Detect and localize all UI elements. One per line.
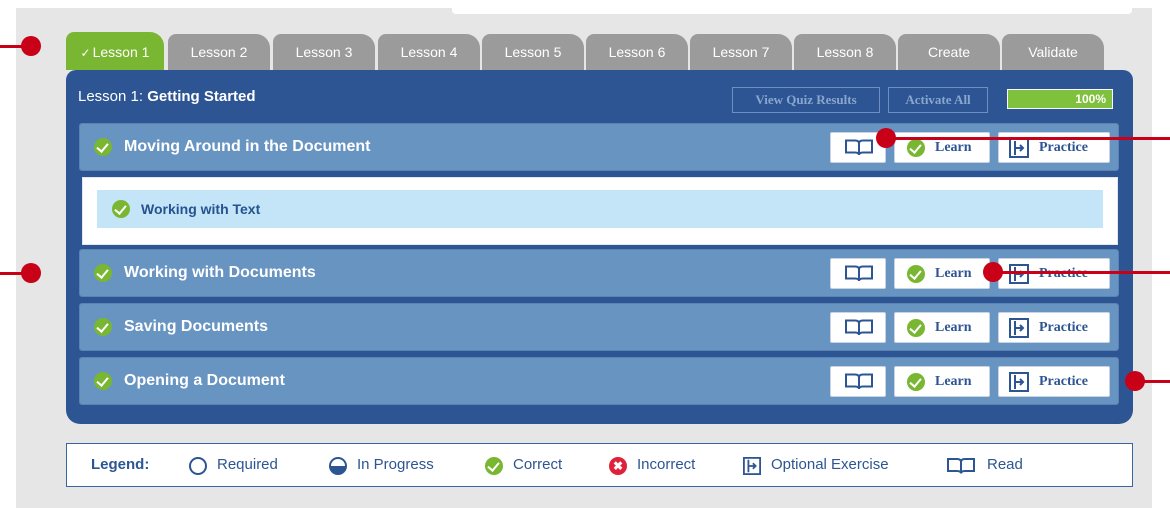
topic-row[interactable]: Working with Documents Learn Practice xyxy=(79,249,1119,297)
top-strip xyxy=(452,8,1132,14)
read-button[interactable] xyxy=(830,312,886,343)
practice-label: Practice xyxy=(1039,374,1088,389)
tab-label: Lesson 8 xyxy=(816,44,874,60)
tab-label: Lesson 3 xyxy=(295,44,353,60)
topic-label: Working with Documents xyxy=(124,264,316,281)
correct-check-icon xyxy=(485,457,503,475)
tab-lesson-3[interactable]: Lesson 3 xyxy=(273,34,375,70)
legend: Legend: Required In Progress Correct ✖ I… xyxy=(66,443,1133,487)
tab-lesson-6[interactable]: Lesson 6 xyxy=(586,34,688,70)
learn-label: Learn xyxy=(935,320,972,335)
topic-row[interactable]: Opening a Document Learn Practice xyxy=(79,357,1119,405)
optional-exercise-icon xyxy=(1009,138,1029,158)
legend-title: Legend: xyxy=(91,456,150,473)
tab-label: Lesson 7 xyxy=(712,44,770,60)
tab-validate[interactable]: Validate xyxy=(1002,34,1104,70)
tab-label: Lesson 6 xyxy=(608,44,666,60)
learn-label: Learn xyxy=(935,374,972,389)
lesson-prefix: Lesson 1: xyxy=(78,88,148,105)
correct-check-icon xyxy=(94,138,112,156)
lesson-title: Lesson 1: Getting Started xyxy=(78,88,256,105)
in-progress-circle-icon xyxy=(329,457,347,475)
tab-create[interactable]: Create xyxy=(898,34,1000,70)
tab-lesson-1[interactable]: ✓ Lesson 1 xyxy=(66,32,164,70)
practice-button[interactable]: Practice xyxy=(998,312,1110,343)
book-icon xyxy=(845,373,873,390)
callout-dot xyxy=(983,262,1003,282)
legend-optional-exercise: Optional Exercise xyxy=(771,456,889,473)
book-icon xyxy=(947,458,975,474)
correct-check-icon xyxy=(94,372,112,390)
topic-label: Saving Documents xyxy=(124,318,269,335)
progress-text: 100% xyxy=(1075,92,1106,106)
tab-label: Lesson 1 xyxy=(92,44,150,60)
callout-dot xyxy=(21,36,41,56)
correct-check-icon xyxy=(907,139,925,157)
tab-lesson-2[interactable]: Lesson 2 xyxy=(168,34,270,70)
correct-check-icon xyxy=(907,265,925,283)
learn-button[interactable]: Learn xyxy=(894,312,990,343)
learn-button[interactable]: Learn xyxy=(894,258,990,289)
progress-bar: 100% xyxy=(1007,89,1113,109)
tab-lesson-4[interactable]: Lesson 4 xyxy=(378,34,480,70)
tab-label: Lesson 4 xyxy=(400,44,458,60)
tab-label: Create xyxy=(927,44,971,60)
optional-exercise-icon xyxy=(1009,318,1029,338)
page: ✓ Lesson 1 Lesson 2 Lesson 3 Lesson 4 Les… xyxy=(0,0,1170,508)
correct-check-icon xyxy=(907,373,925,391)
correct-check-icon xyxy=(112,200,130,218)
tab-lesson-7[interactable]: Lesson 7 xyxy=(690,34,792,70)
lesson-name: Getting Started xyxy=(147,88,256,105)
book-icon xyxy=(845,139,873,156)
optional-exercise-icon xyxy=(1009,372,1029,392)
legend-read: Read xyxy=(987,456,1023,473)
incorrect-x-icon: ✖ xyxy=(609,457,627,475)
tab-label: Lesson 2 xyxy=(190,44,248,60)
optional-exercise-icon xyxy=(1009,264,1029,284)
read-button[interactable] xyxy=(830,258,886,289)
callout-dot xyxy=(1125,371,1145,391)
tab-label: Lesson 5 xyxy=(504,44,562,60)
tab-label: Validate xyxy=(1028,44,1078,60)
tab-lesson-8[interactable]: Lesson 8 xyxy=(794,34,896,70)
legend-correct: Correct xyxy=(513,456,563,473)
correct-check-icon xyxy=(907,319,925,337)
learn-button[interactable]: Learn xyxy=(894,366,990,397)
callout-dot xyxy=(876,128,896,148)
legend-incorrect: Incorrect xyxy=(637,456,696,473)
view-quiz-results-button[interactable]: View Quiz Results xyxy=(732,87,880,113)
topic-label: Opening a Document xyxy=(124,372,285,389)
book-icon xyxy=(845,319,873,336)
topic-row[interactable]: Saving Documents Learn Practice xyxy=(79,303,1119,351)
legend-in-progress: In Progress xyxy=(357,456,434,473)
callout-line xyxy=(885,137,1170,140)
legend-required: Required xyxy=(217,456,278,473)
subtopic-row[interactable]: Working with Text xyxy=(97,190,1103,228)
correct-check-icon xyxy=(94,264,112,282)
subtopic-container: Working with Text xyxy=(82,177,1118,245)
correct-check-icon xyxy=(94,318,112,336)
optional-exercise-icon xyxy=(743,457,761,475)
read-button[interactable] xyxy=(830,366,886,397)
check-icon: ✓ xyxy=(80,46,91,60)
book-icon xyxy=(845,265,873,282)
required-circle-icon xyxy=(189,457,207,475)
practice-button[interactable]: Practice xyxy=(998,366,1110,397)
callout-dot xyxy=(21,263,41,283)
callout-line xyxy=(992,271,1170,274)
topic-label: Moving Around in the Document xyxy=(124,138,371,155)
practice-label: Practice xyxy=(1039,320,1088,335)
learn-label: Learn xyxy=(935,266,972,281)
activate-all-button[interactable]: Activate All xyxy=(888,87,988,113)
subtopic-label: Working with Text xyxy=(141,201,261,217)
tab-lesson-5[interactable]: Lesson 5 xyxy=(482,34,584,70)
topic-row[interactable]: Moving Around in the Document Learn Prac… xyxy=(79,123,1119,171)
lesson-panel: Lesson 1: Getting Started View Quiz Resu… xyxy=(66,70,1133,424)
